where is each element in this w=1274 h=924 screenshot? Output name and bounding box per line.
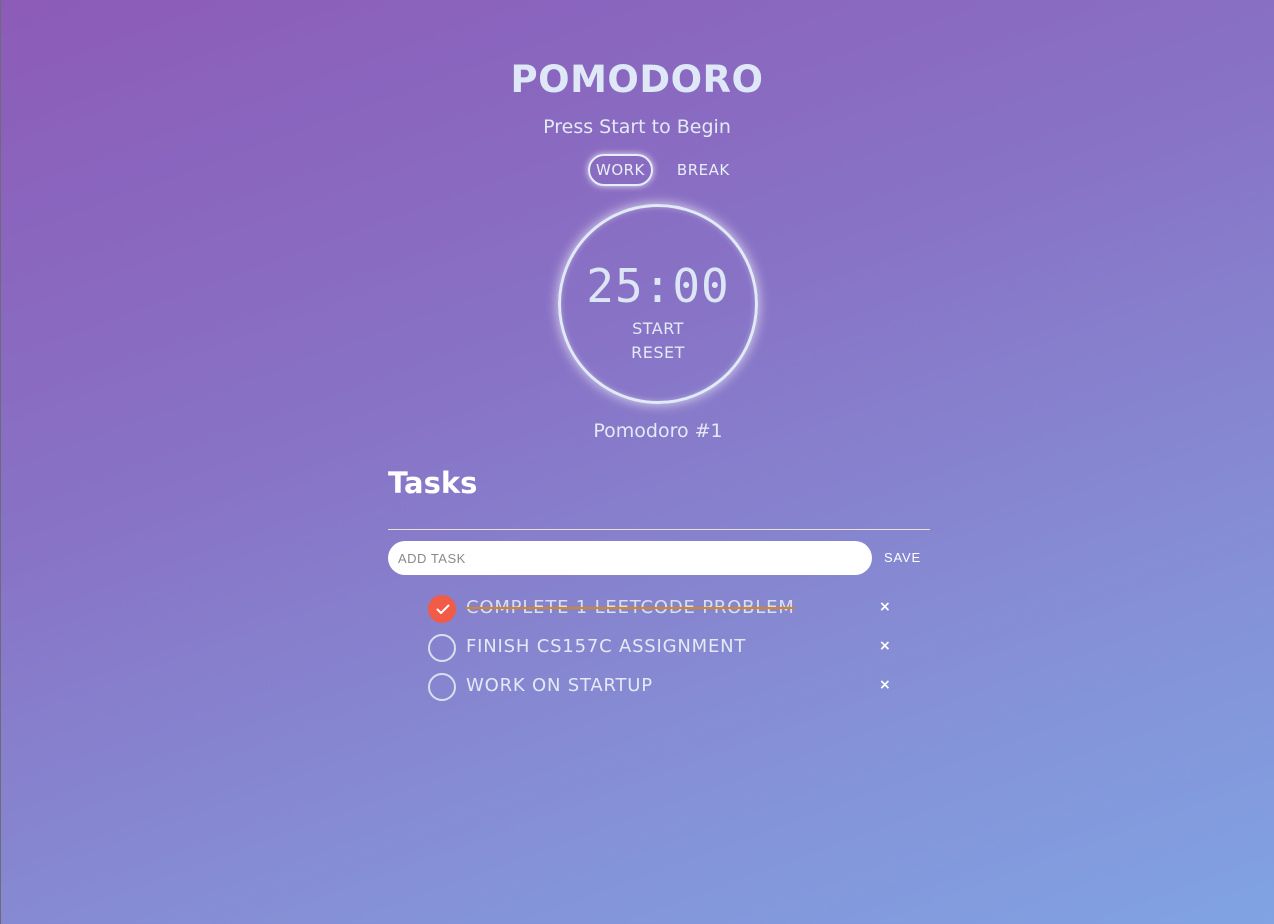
delete-task-icon[interactable]: × [879, 638, 891, 654]
task-item: WORK ON STARTUP × [428, 673, 898, 701]
tasks-heading: Tasks [388, 466, 478, 500]
tasks-divider [388, 529, 930, 530]
window-edge [0, 0, 1, 924]
status-text: Press Start to Begin [543, 116, 731, 138]
task-checkbox-checked[interactable] [428, 595, 456, 623]
timer-circle: 25:00 START RESET [558, 204, 758, 404]
reset-button[interactable]: RESET [561, 343, 755, 362]
work-mode-button[interactable]: WORK [588, 154, 653, 186]
checkmark-icon [436, 604, 450, 614]
delete-task-icon[interactable]: × [879, 677, 891, 693]
task-item: COMPLETE 1 LEETCODE PROBLEM × [428, 595, 898, 623]
delete-task-icon[interactable]: × [879, 599, 891, 615]
task-checkbox[interactable] [428, 634, 456, 662]
save-button[interactable]: SAVE [884, 550, 921, 565]
start-button[interactable]: START [561, 319, 755, 338]
session-counter: Pomodoro #1 [593, 420, 723, 442]
timer-display: 25:00 [586, 259, 730, 313]
break-mode-button[interactable]: BREAK [669, 154, 738, 186]
add-task-input[interactable] [388, 541, 872, 575]
task-label: COMPLETE 1 LEETCODE PROBLEM [466, 597, 795, 618]
task-label: FINISH CS157C ASSIGNMENT [466, 636, 747, 657]
app-title: POMODORO [510, 58, 764, 101]
task-label: WORK ON STARTUP [466, 675, 653, 696]
task-checkbox[interactable] [428, 673, 456, 701]
task-item: FINISH CS157C ASSIGNMENT × [428, 634, 898, 662]
mode-toggle: WORK BREAK [588, 154, 738, 186]
